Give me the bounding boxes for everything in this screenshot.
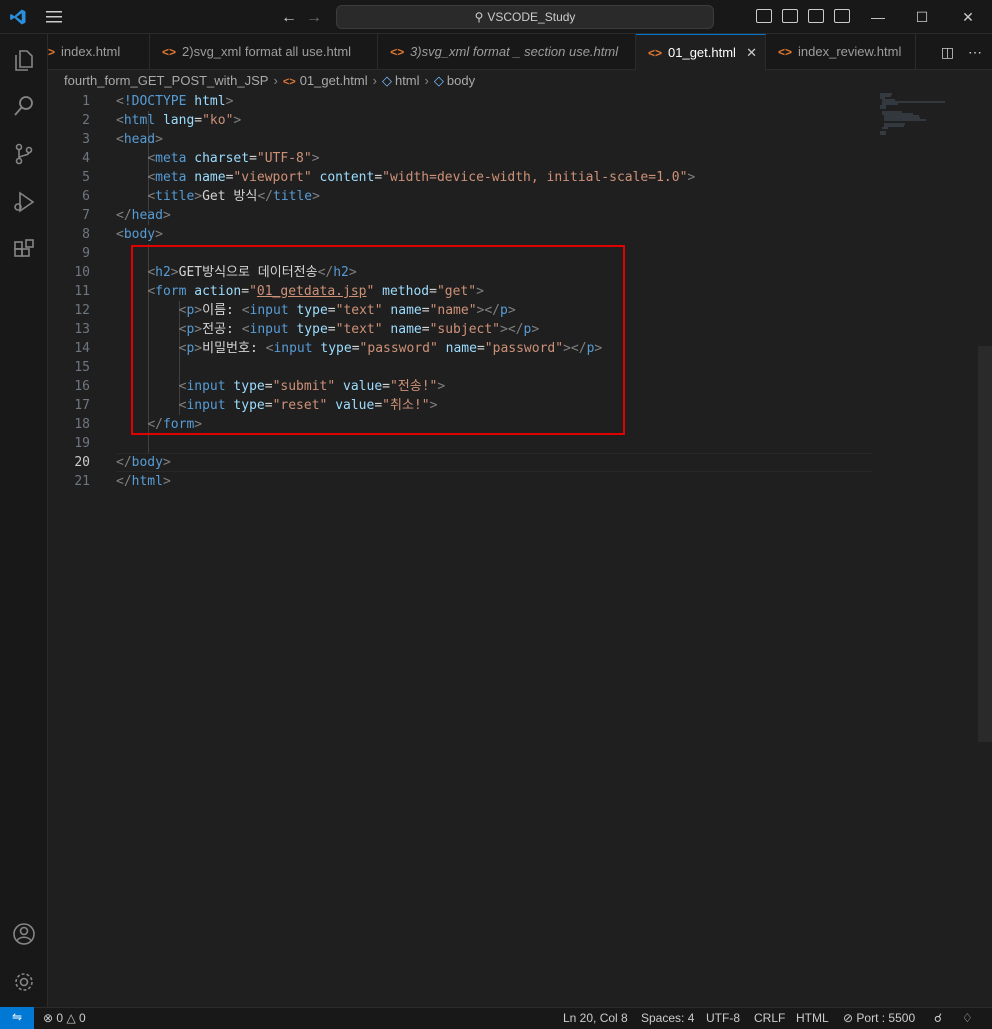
- breadcrumb-element-html[interactable]: html: [395, 73, 420, 88]
- editor-tabs: > index.html <> 2)svg_xml format all use.h…: [48, 34, 992, 70]
- search-text: VSCODE_Study: [487, 10, 576, 24]
- element-cube-icon: ◇: [381, 73, 392, 88]
- explorer-icon[interactable]: [12, 48, 36, 72]
- indentation[interactable]: Spaces: 4: [641, 1008, 694, 1029]
- code-line: 21 </html>: [74, 474, 171, 489]
- extensions-icon[interactable]: [12, 238, 36, 262]
- minimize-button[interactable]: —: [856, 0, 900, 34]
- error-icon: ⊗: [43, 1011, 54, 1025]
- settings-gear-icon[interactable]: [12, 970, 36, 994]
- search-icon[interactable]: [12, 94, 36, 118]
- tab-label: index_review.html: [798, 44, 902, 59]
- encoding[interactable]: UTF-8: [706, 1008, 740, 1029]
- tab-label: index.html: [61, 44, 121, 59]
- code-line: 2 <html lang="ko">: [82, 113, 242, 128]
- end-of-line[interactable]: CRLF: [754, 1008, 785, 1029]
- command-center-search[interactable]: ⚲ VSCODE_Study: [336, 5, 714, 29]
- html-file-icon: <>: [648, 46, 663, 60]
- toggle-primary-sidebar-icon[interactable]: [756, 9, 772, 23]
- problems-indicator[interactable]: ⊗ 0 △ 0: [43, 1008, 86, 1029]
- language-mode[interactable]: HTML: [796, 1008, 829, 1029]
- tab-index-review[interactable]: <> index_review.html: [766, 34, 916, 70]
- toggle-panel-icon[interactable]: [782, 9, 798, 23]
- code-line: 4 <meta charset="UTF-8">: [82, 151, 320, 166]
- split-editor-icon[interactable]: ◫: [941, 44, 954, 60]
- tab-svg-xml-section[interactable]: <> 3)svg_xml format _ section use.html: [378, 34, 636, 70]
- menu-icon[interactable]: [45, 9, 63, 25]
- element-cube-icon: ◇: [433, 73, 444, 88]
- code-editor[interactable]: 1 <!DOCTYPE html> 2 <html lang="ko"> 3 <hea…: [48, 92, 978, 1007]
- code-line: 6 <title>Get 방식</title>: [82, 189, 320, 204]
- breadcrumb-folder[interactable]: fourth_form_GET_POST_with_JSP: [64, 73, 268, 88]
- warning-icon: △: [66, 1011, 76, 1025]
- code-line-current: 20 </body>: [74, 455, 171, 470]
- activity-bar: [0, 34, 48, 1007]
- tab-index-html[interactable]: > index.html: [48, 34, 150, 70]
- status-bar: ⇋ ⊗ 0 △ 0 Ln 20, Col 8 Spaces: 4 UTF-8 C…: [0, 1007, 992, 1029]
- remote-indicator-icon[interactable]: ⇋: [0, 1007, 34, 1029]
- back-arrow-icon[interactable]: ←: [281, 9, 297, 27]
- tab-svg-xml-all[interactable]: <> 2)svg_xml format all use.html: [150, 34, 378, 70]
- port-blocked-icon: ⊘: [843, 1011, 854, 1025]
- forward-arrow-icon[interactable]: →: [306, 9, 322, 27]
- html-file-icon: <>: [282, 76, 296, 88]
- breadcrumb-file[interactable]: 01_get.html: [300, 73, 368, 88]
- code-line: 8 <body>: [82, 227, 163, 242]
- tab-label: 01_get.html: [668, 45, 736, 60]
- tab-01-get-html[interactable]: <> 01_get.html ✕: [636, 34, 766, 70]
- customize-layout-icon[interactable]: [834, 9, 850, 23]
- html-file-icon: >: [48, 45, 56, 59]
- html-file-icon: <>: [778, 45, 793, 59]
- tab-label: 3)svg_xml format _ section use.html: [410, 44, 619, 59]
- source-control-icon[interactable]: [12, 142, 36, 166]
- vertical-scrollbar[interactable]: [978, 92, 992, 1007]
- copilot-icon[interactable]: ☌: [934, 1008, 942, 1029]
- scrollbar-thumb[interactable]: [978, 346, 992, 742]
- minimap[interactable]: [875, 92, 978, 152]
- notifications-bell-icon[interactable]: ♢: [962, 1008, 973, 1029]
- breadcrumb: fourth_form_GET_POST_with_JSP › <> 01_get.h…: [64, 73, 476, 88]
- tab-label: 2)svg_xml format all use.html: [182, 44, 352, 59]
- more-actions-icon[interactable]: ⋯: [968, 44, 982, 60]
- maximize-button[interactable]: ☐: [900, 0, 944, 34]
- cursor-position[interactable]: Ln 20, Col 8: [563, 1008, 628, 1029]
- accounts-icon[interactable]: [12, 922, 36, 946]
- code-line: 3 <head>: [82, 132, 163, 147]
- html-file-icon: <>: [390, 45, 405, 59]
- red-annotation-box: [131, 245, 625, 435]
- code-line: 1 <!DOCTYPE html>: [82, 94, 234, 109]
- run-debug-icon[interactable]: [12, 190, 36, 214]
- live-server-port[interactable]: ⊘ Port : 5500: [843, 1008, 915, 1029]
- close-tab-icon[interactable]: ✕: [746, 35, 757, 70]
- code-line: 19: [74, 436, 90, 451]
- html-file-icon: <>: [162, 45, 177, 59]
- title-bar: ← → ⚲ VSCODE_Study — ☐ ✕: [0, 0, 992, 34]
- toggle-secondary-sidebar-icon[interactable]: [808, 9, 824, 23]
- code-line: 7 </head>: [82, 208, 171, 223]
- close-window-button[interactable]: ✕: [946, 0, 990, 34]
- code-line: 5 <meta name="viewport" content="width=d…: [82, 170, 696, 185]
- breadcrumb-element-body[interactable]: body: [447, 73, 475, 88]
- vscode-logo-icon[interactable]: [9, 8, 27, 26]
- search-icon: ⚲: [474, 10, 484, 24]
